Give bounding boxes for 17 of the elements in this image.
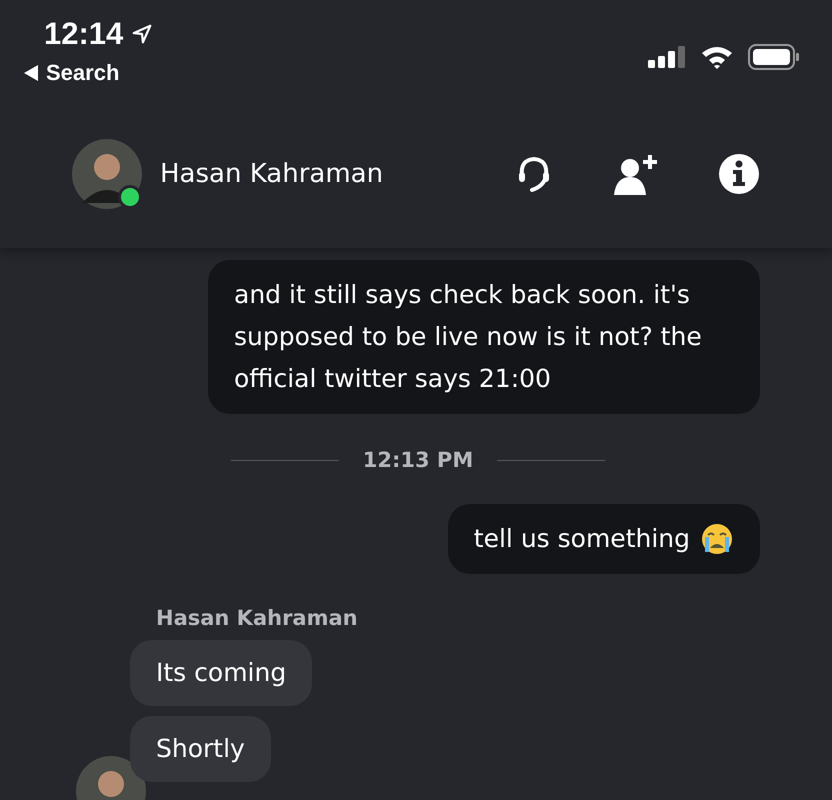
back-link[interactable]: Search [24,60,154,86]
wifi-icon [700,45,734,69]
sender-name: Hasan Kahraman [156,606,359,630]
location-arrow-icon [131,23,154,45]
add-friend-icon[interactable] [612,153,660,195]
timestamp: 12:13 PM [362,448,474,472]
received-message-bubble: Its coming [130,640,312,706]
sent-message-bubble: tell us something [448,504,760,574]
signal-icon [648,46,686,68]
contact-name: Hasan Kahraman [160,159,384,189]
clock: 12:14 [44,16,124,52]
received-message-bubble: Shortly [130,716,271,782]
triangle-left-icon [24,65,38,81]
avatar [72,139,142,209]
info-icon[interactable] [718,153,760,195]
battery-icon [748,44,800,70]
sent-message-bubble: and it still says check back soon. it's supposed to be live now is it not? the official twitter says 21:00 [208,260,760,414]
